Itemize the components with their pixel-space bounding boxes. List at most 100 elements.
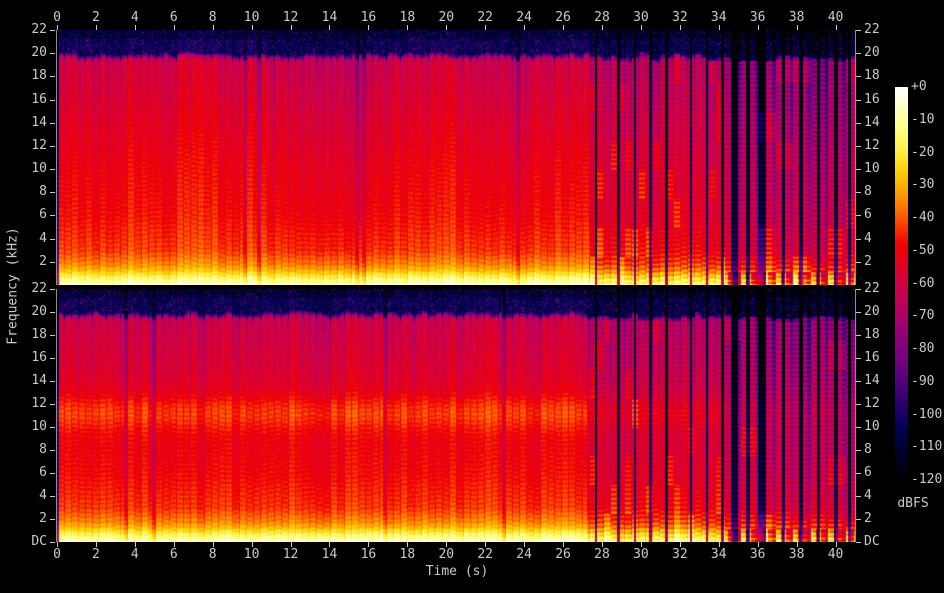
freq-tick-mark [50,381,55,382]
time-tick-mark [680,25,681,30]
time-tick-label: 38 [789,11,805,25]
freq-tick-label: 8 [0,185,47,199]
freq-tick-label: 16 [0,93,47,107]
freq-tick-label: 20 [864,46,880,60]
freq-tick-mark [856,192,861,193]
time-tick-label: 22 [477,11,493,25]
freq-tick-mark [856,262,861,263]
freq-tick-mark [856,239,861,240]
freq-tick-mark [856,404,861,405]
freq-tick-label: 8 [864,185,872,199]
time-tick-label: 4 [131,11,139,25]
freq-tick-label: 16 [864,93,880,107]
time-tick-label: 16 [361,11,377,25]
time-tick-mark [836,25,837,30]
db-tick-label: -10 [911,113,934,127]
freq-tick-mark [50,358,55,359]
freq-tick-mark [856,496,861,497]
freq-tick-label: 2 [0,512,47,526]
freq-tick-mark [856,146,861,147]
time-tick-mark [291,25,292,30]
db-tick-label: -110 [911,440,942,454]
time-tick-label: 0 [53,548,61,562]
freq-tick-mark [50,404,55,405]
time-tick-label: 14 [322,11,338,25]
db-tick-label: +0 [911,80,927,94]
freq-tick-label: 6 [0,466,47,480]
freq-tick-label: 20 [864,305,880,319]
freq-tick-mark [50,146,55,147]
freq-tick-label: 16 [864,351,880,365]
freq-tick-mark [50,496,55,497]
time-tick-label: 14 [322,548,338,562]
freq-tick-mark [50,427,55,428]
freq-tick-label: 6 [0,208,47,222]
freq-tick-mark [50,473,55,474]
db-tick-label: -50 [911,244,934,258]
freq-tick-mark [50,76,55,77]
time-tick-label: 16 [361,548,377,562]
db-tick-label: -120 [911,473,942,487]
time-tick-label: 6 [170,11,178,25]
freq-tick-mark [856,100,861,101]
time-tick-mark [368,25,369,30]
time-tick-mark [524,25,525,30]
freq-tick-label: 2 [0,255,47,269]
db-tick-label: -80 [911,342,934,356]
freq-tick-mark [856,381,861,382]
time-tick-mark [96,25,97,30]
freq-tick-label: 14 [864,116,880,130]
freq-tick-mark [856,312,861,313]
freq-tick-label: 22 [864,282,880,296]
time-tick-label: 38 [789,548,805,562]
time-tick-label: 36 [750,548,766,562]
freq-tick-mark [50,100,55,101]
freq-tick-mark [856,123,861,124]
freq-tick-mark [856,215,861,216]
time-tick-label: 34 [711,548,727,562]
time-tick-label: 2 [92,548,100,562]
time-tick-label: 18 [400,11,416,25]
db-tick-label: -70 [911,309,934,323]
time-tick-label: 20 [438,11,454,25]
freq-tick-mark [50,192,55,193]
freq-tick-label: 16 [0,351,47,365]
time-tick-mark [719,25,720,30]
freq-tick-mark [50,169,55,170]
freq-tick-mark [856,289,861,290]
freq-tick-label: 10 [864,420,880,434]
freq-tick-label: 8 [0,443,47,457]
time-tick-label: 24 [516,548,532,562]
db-tick-label: -30 [911,178,934,192]
time-tick-label: 30 [633,548,649,562]
freq-tick-label: 22 [0,282,47,296]
time-tick-mark [758,25,759,30]
time-tick-mark [407,25,408,30]
freq-tick-label: 18 [864,328,880,342]
time-tick-label: 40 [828,11,844,25]
freq-tick-label: 18 [864,69,880,83]
time-tick-mark [797,25,798,30]
freq-tick-label: 18 [0,328,47,342]
time-tick-label: 10 [244,548,260,562]
freq-tick-label: 2 [864,512,872,526]
freq-tick-label: 22 [864,23,880,37]
freq-tick-mark [50,215,55,216]
time-tick-label: 36 [750,11,766,25]
freq-tick-mark [50,312,55,313]
freq-tick-label: 22 [0,23,47,37]
time-tick-label: 40 [828,548,844,562]
time-tick-label: 20 [438,548,454,562]
freq-tick-label: 2 [864,255,872,269]
freq-tick-mark [50,123,55,124]
freq-tick-mark [856,169,861,170]
time-tick-label: 8 [209,548,217,562]
time-tick-label: 24 [516,11,532,25]
freq-tick-label: 12 [0,397,47,411]
freq-tick-mark [856,76,861,77]
freq-tick-mark [50,239,55,240]
freq-tick-mark [50,519,55,520]
time-tick-label: 28 [594,11,610,25]
db-tick-label: -40 [911,211,934,225]
time-tick-mark [57,25,58,30]
